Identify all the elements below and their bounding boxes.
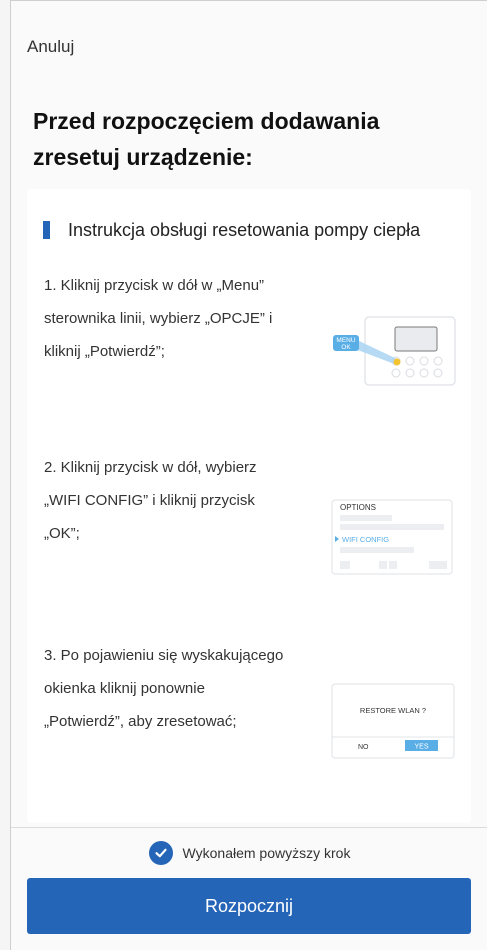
- step-3-line-2: okienka kliknij ponownie: [44, 680, 205, 697]
- yes-option: YES: [414, 744, 428, 751]
- ok-label: OK: [341, 344, 351, 351]
- restore-dialog-illustration: RESTORE WLAN ? NO YES: [331, 683, 455, 759]
- step-3-line-3: „Potwierdź”, aby zresetować;: [44, 713, 237, 730]
- step-2-line-2: „WIFI CONFIG” i kliknij przycisk: [44, 492, 255, 509]
- options-screen-illustration: OPTIONS WIFI CONFIG: [331, 499, 453, 575]
- step-3-text: 3. Po pojawieniu się wyskakującego okien…: [44, 639, 334, 738]
- step-1-line-2: sterownika linii, wybierz „OPCJE” i: [44, 310, 273, 327]
- cancel-link[interactable]: Anuluj: [27, 37, 74, 57]
- restore-wlan-text: RESTORE WLAN ?: [360, 706, 426, 715]
- instructions-card: Instrukcja obsługi resetowania pompy cie…: [27, 189, 471, 823]
- page-title: Przed rozpoczęciem dodawania zresetuj ur…: [33, 108, 380, 170]
- step-done-checkbox[interactable]: Wykonałem powyższy krok: [11, 839, 487, 867]
- step-2-line-1: 2. Kliknij przycisk w dół, wybierz: [44, 459, 257, 476]
- options-title: OPTIONS: [340, 503, 376, 512]
- wifi-config-item: WIFI CONFIG: [342, 535, 389, 544]
- check-circle-icon: [148, 841, 173, 865]
- step-1-text: 1. Kliknij przycisk w dół w „Menu” stero…: [44, 269, 334, 368]
- header-accent-bar: [43, 221, 50, 239]
- step-3-line-1: 3. Po pojawieniu się wyskakującego: [44, 647, 284, 664]
- instructions-header: Instrukcja obsługi resetowania pompy cie…: [43, 219, 473, 241]
- start-button[interactable]: Rozpocznij: [27, 878, 471, 934]
- step-1-line-1: 1. Kliknij przycisk w dół w „Menu”: [44, 277, 265, 294]
- footer-divider: [11, 827, 487, 828]
- step-2-text: 2. Kliknij przycisk w dół, wybierz „WIFI…: [44, 451, 334, 550]
- no-option: NO: [358, 744, 369, 751]
- step-2-line-3: „OK”;: [44, 525, 80, 542]
- app-screen: Anuluj Przed rozpoczęciem dodawania zres…: [10, 0, 487, 950]
- step-1-line-3: kliknij „Potwierdź”;: [44, 343, 165, 360]
- instructions-heading: Instrukcja obsługi resetowania pompy cie…: [68, 219, 421, 240]
- step-2-illustration: OPTIONS WIFI CONFIG: [331, 499, 453, 575]
- controller-illustration: MENU OK: [333, 316, 456, 386]
- step-3-illustration: RESTORE WLAN ? NO YES: [331, 683, 455, 759]
- menu-label: MENU: [336, 337, 355, 344]
- step-done-label: Wykonałem powyższy krok: [182, 845, 351, 861]
- step-1-illustration: MENU OK: [331, 313, 459, 389]
